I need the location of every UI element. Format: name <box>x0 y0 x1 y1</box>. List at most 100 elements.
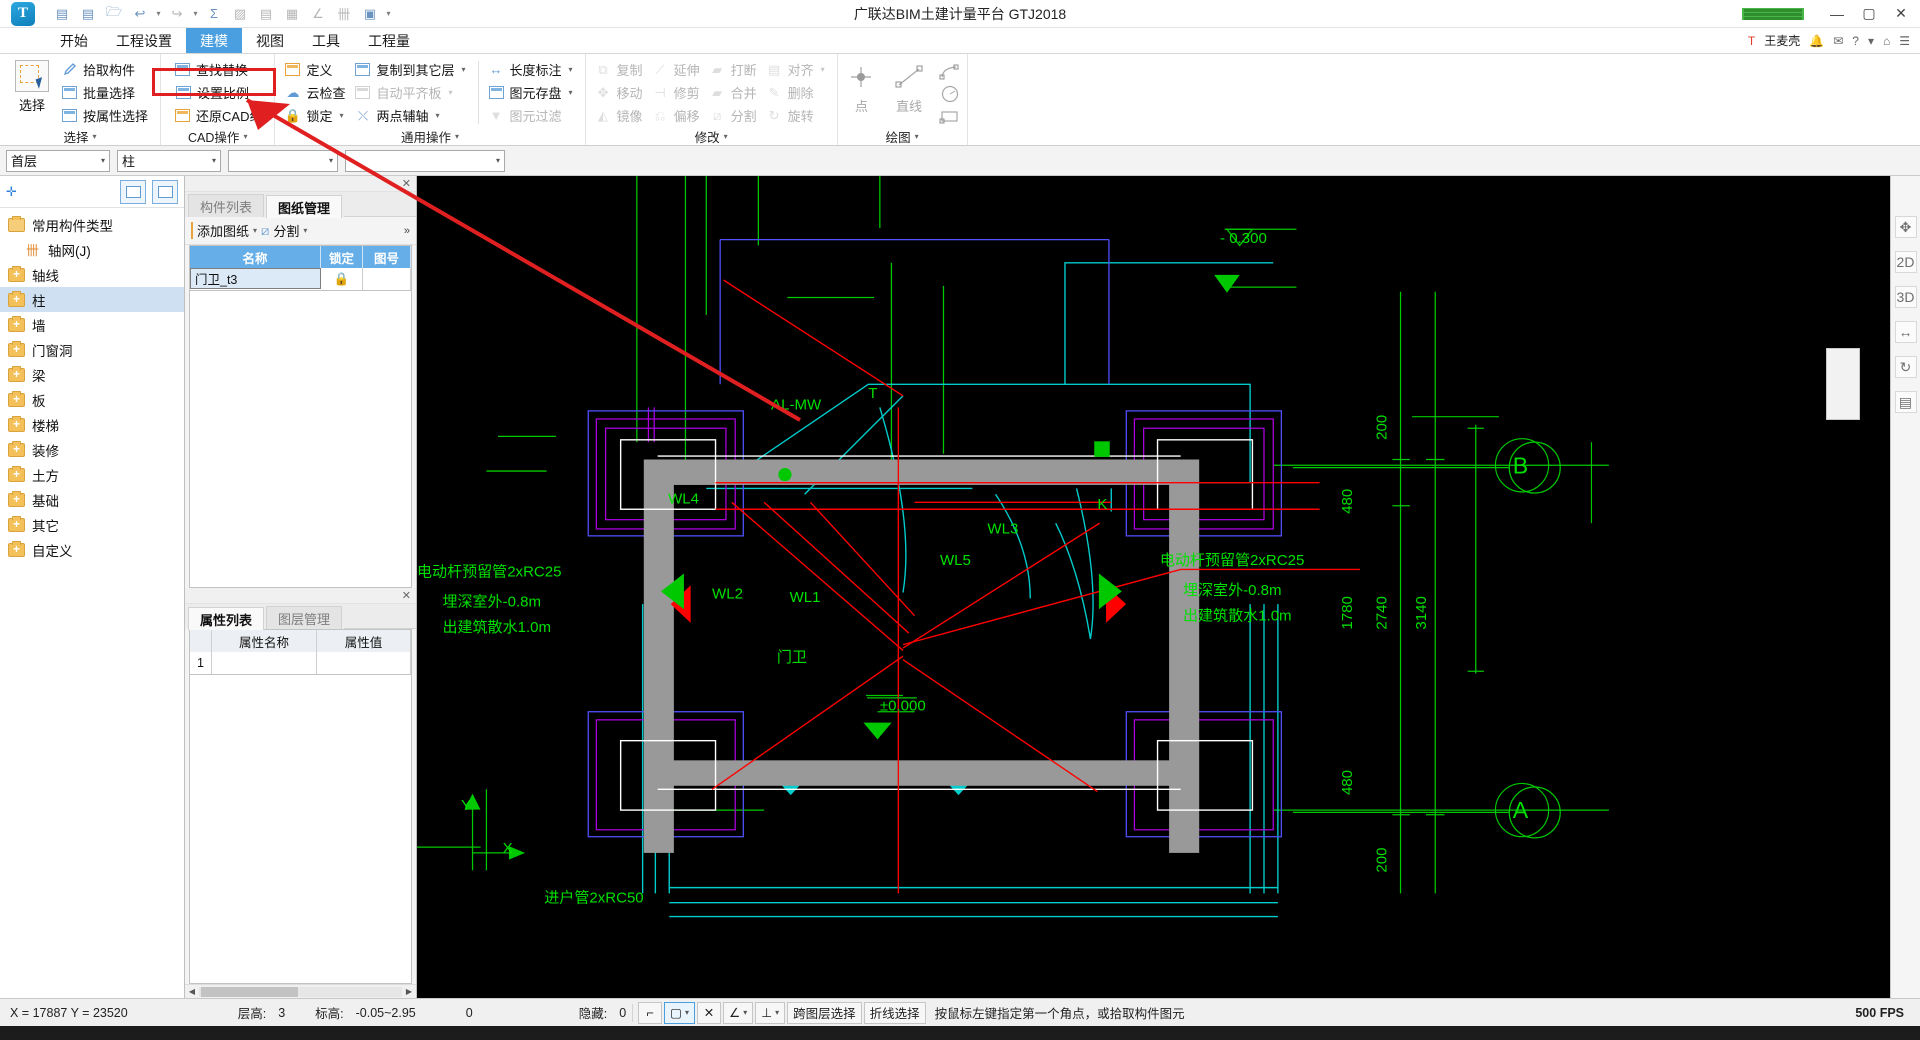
measure-icon[interactable]: ↔ <box>1894 321 1917 343</box>
point-tool-button[interactable]: 点 <box>844 62 880 115</box>
component-type-selector[interactable]: 柱 ▾ <box>117 149 221 172</box>
ribbon-group-general-title[interactable]: 通用操作 ▾ <box>275 127 584 146</box>
batch-select-button[interactable]: 批量选择 <box>58 81 154 104</box>
chevron-down-icon[interactable]: ▾ <box>569 65 573 74</box>
add-doc-icon[interactable]: ▣ <box>358 3 382 25</box>
scroll-right-icon[interactable]: ▶ <box>402 987 416 996</box>
sidebar-item-stairs[interactable]: 楼梯 <box>0 412 184 437</box>
component-detail-selector[interactable]: ▾ <box>345 149 505 172</box>
select-button[interactable]: 选择 <box>6 58 58 114</box>
break-button[interactable]: ▰ 打断 <box>706 58 763 81</box>
arc-icon[interactable] <box>939 64 961 83</box>
rectangle-icon[interactable] <box>939 108 961 127</box>
selector-bar[interactable]: 首层 ▾ 柱 ▾ ▾ ▾ <box>0 146 1920 176</box>
trim-button[interactable]: ⊣ 修剪 <box>649 81 706 104</box>
select-by-attribute-button[interactable]: 按属性选择 <box>58 104 154 127</box>
column-header-prop-name[interactable]: 属性名称 <box>212 630 317 652</box>
menu-item-start[interactable]: 开始 <box>46 28 102 53</box>
notification-icon[interactable]: 🔔 <box>1809 34 1824 48</box>
length-dimension-button[interactable]: ↔ 长度标注 ▾ <box>485 58 579 81</box>
quick-access-toolbar[interactable]: ▤ ▤ 🗁 ↩ ▾ ↪ ▾ Σ ▨ ▤ ▦ ∠ 卌 ▣ ▾ <box>46 3 393 25</box>
cloud-check-button[interactable]: ☁ 云检查 <box>281 81 351 104</box>
layer-panel-icon[interactable]: ▤ <box>1894 391 1917 413</box>
sum-icon[interactable]: Σ <box>202 3 226 25</box>
redo-dropdown-icon[interactable]: ▾ <box>191 9 200 18</box>
sidebar-item-beam[interactable]: 梁 <box>0 362 184 387</box>
detail-view-icon[interactable] <box>152 179 178 204</box>
scroll-track[interactable] <box>199 986 402 997</box>
list-view-icon[interactable] <box>120 179 146 204</box>
toolbar-overflow-icon[interactable]: » <box>404 225 410 237</box>
menu-item-modeling[interactable]: 建模 <box>186 28 242 53</box>
table-row[interactable]: 1 <box>190 652 411 674</box>
object-snap-icon[interactable]: ▢ ▾ <box>664 1001 695 1024</box>
sidebar-item-column[interactable]: 柱 <box>0 287 184 312</box>
sidebar-item-custom[interactable]: 自定义 <box>0 537 184 562</box>
property-panel-tabs[interactable]: 属性列表 图层管理 <box>185 604 416 630</box>
undo-dropdown-icon[interactable]: ▾ <box>154 9 163 18</box>
intersection-snap-icon[interactable]: ✕ <box>696 1001 721 1024</box>
chevron-down-icon[interactable]: ▾ <box>449 88 453 97</box>
help-dropdown-icon[interactable]: ▾ <box>1868 34 1874 48</box>
zoom-2d-icon[interactable]: 2D <box>1894 251 1917 273</box>
ribbon-group-modify-title[interactable]: 修改 ▾ <box>586 127 837 146</box>
maximize-button[interactable]: ▢ <box>1860 5 1878 22</box>
chevron-down-icon[interactable]: ▾ <box>685 1008 689 1017</box>
property-table[interactable]: 属性名称 属性值 1 <box>189 629 412 675</box>
chevron-down-icon[interactable]: ▾ <box>569 88 573 97</box>
tab-component-list[interactable]: 构件列表 <box>188 194 265 217</box>
line-tool-button[interactable]: 直线 <box>889 62 928 115</box>
sidebar-item-other[interactable]: 其它 <box>0 512 184 537</box>
filter-element-button[interactable]: ▼ 图元过滤 <box>485 104 579 127</box>
chevron-down-icon[interactable]: ▾ <box>915 132 919 141</box>
offset-button[interactable]: ⎌ 偏移 <box>649 104 706 127</box>
drawing-table[interactable]: 名称 锁定 图号 门卫_t3 🔒 <box>189 245 412 291</box>
tab-layer-management[interactable]: 图层管理 <box>266 606 343 629</box>
chevron-down-icon[interactable]: ▾ <box>303 226 307 235</box>
save-icon[interactable]: ▤ <box>50 3 74 25</box>
chevron-down-icon[interactable]: ▾ <box>455 132 459 141</box>
set-scale-button[interactable]: 设置比例 <box>171 81 268 104</box>
chevron-down-icon[interactable]: ▾ <box>253 226 257 235</box>
view-3d-icon[interactable]: 3D <box>1894 286 1917 308</box>
cross-layer-select-button[interactable]: 跨图层选择 <box>787 1001 862 1024</box>
redo-icon[interactable]: ↪ <box>165 3 189 25</box>
ortho-icon[interactable]: ⌐ <box>638 1001 663 1024</box>
chevron-down-icon[interactable]: ▾ <box>436 111 440 120</box>
user-area[interactable]: T 王麦壳 🔔 ✉ ? ▾ ⌂ ☰ <box>1748 28 1920 53</box>
copy-to-other-layer-button[interactable]: 复制到其它层 ▾ <box>351 58 471 81</box>
minimize-button[interactable]: — <box>1828 6 1846 22</box>
menu-more-icon[interactable]: ☰ <box>1899 34 1910 48</box>
ribbon-group-draw-title[interactable]: 绘图 ▾ <box>838 127 967 146</box>
polyline-select-button[interactable]: 折线选择 <box>863 1001 926 1024</box>
sidebar-item-earthwork[interactable]: 土方 <box>0 462 184 487</box>
lock-button[interactable]: 🔒 锁定 ▾ <box>281 104 351 127</box>
column-header-number[interactable]: 图号 <box>363 246 411 268</box>
add-favorite-icon[interactable]: ✛ <box>6 184 17 200</box>
message-icon[interactable]: ✉ <box>1833 34 1843 48</box>
grid-icon[interactable]: 卌 <box>332 3 356 25</box>
chevron-down-icon[interactable]: ▾ <box>243 132 247 141</box>
floor-selector[interactable]: 首层 ▾ <box>6 149 110 172</box>
component-name-selector[interactable]: ▾ <box>228 149 338 172</box>
tab-property-list[interactable]: 属性列表 <box>188 607 265 630</box>
close-icon[interactable]: ✕ <box>402 177 411 190</box>
find-replace-button[interactable]: 查找替换 <box>171 58 268 81</box>
layer-icon[interactable]: ▨ <box>228 3 252 25</box>
drawing-panel-tabs[interactable]: 构件列表 图纸管理 <box>185 192 416 218</box>
ribbon-toolbar[interactable]: 选择 拾取构件 批量选择 按属性选择 选择 ▾ 查找替换 设置比例 还原CAD线… <box>0 54 1920 146</box>
chevron-down-icon[interactable]: ▾ <box>724 132 728 141</box>
cad-drawing[interactable] <box>417 176 1890 998</box>
column-header-prop-value[interactable]: 属性值 <box>317 630 411 652</box>
ribbon-group-select-title[interactable]: 选择 ▾ <box>0 127 160 146</box>
qat-overflow-icon[interactable]: ▾ <box>384 9 393 18</box>
close-icon[interactable]: ✕ <box>402 589 411 602</box>
split-drawing-button[interactable]: ⧄ 分割 ▾ <box>261 221 307 240</box>
check-icon[interactable]: ▦ <box>280 3 304 25</box>
new-icon[interactable]: ▤ <box>76 3 100 25</box>
extend-button[interactable]: ⟋ 延伸 <box>649 58 706 81</box>
sidebar-item-axis-line[interactable]: 轴线 <box>0 262 184 287</box>
column-header-lock[interactable]: 锁定 <box>321 246 363 268</box>
report-icon[interactable]: ▤ <box>254 3 278 25</box>
help-icon[interactable]: ? <box>1852 34 1859 48</box>
